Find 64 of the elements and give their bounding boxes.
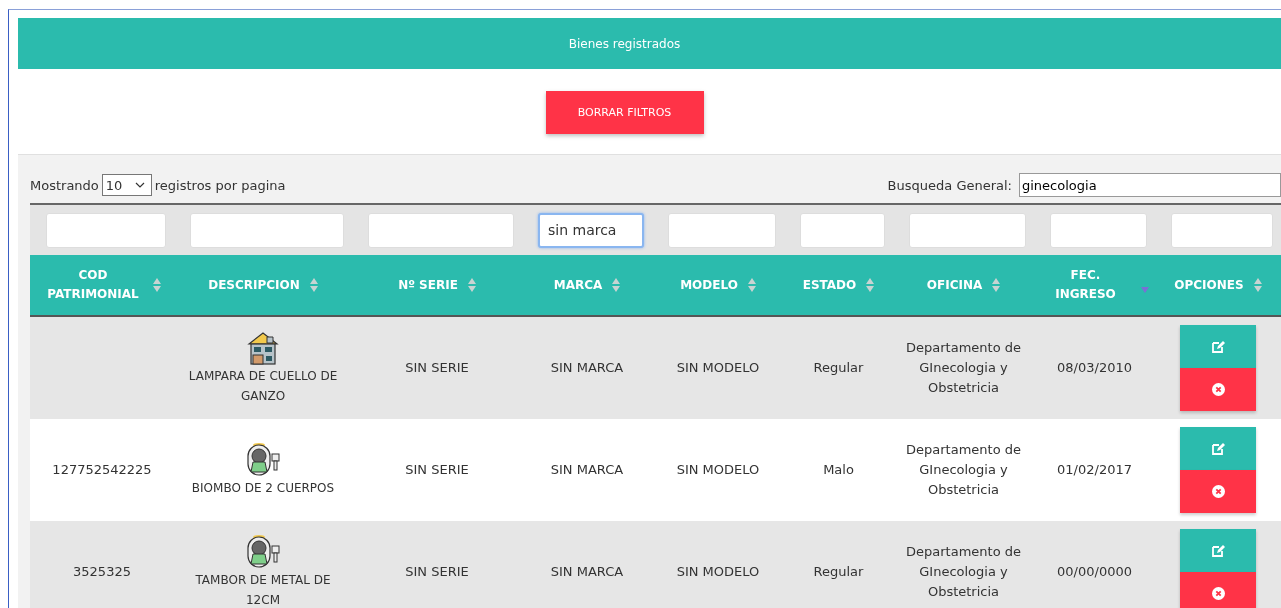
edit-button[interactable] — [1180, 325, 1256, 368]
column-header[interactable]: DESCRIPCION — [208, 275, 300, 295]
length-label: registros por pagina — [154, 177, 286, 193]
column-header[interactable]: MODELO — [680, 275, 738, 295]
filter-field[interactable] — [909, 212, 1026, 248]
length-label: Mostrando — [30, 177, 99, 193]
delete-button[interactable] — [1180, 572, 1256, 608]
column-header[interactable]: OFICINA — [926, 275, 983, 295]
filter-field[interactable] — [668, 212, 776, 248]
edit-button[interactable] — [1180, 529, 1256, 572]
office-cell-text: Departamento de GInecologia y Obstetricia — [905, 543, 1022, 601]
filter-field[interactable] — [46, 212, 166, 248]
date-cell-text: 01/02/2017 — [1057, 461, 1132, 479]
status-cell-text: Regular — [813, 563, 864, 581]
column-header[interactable]: COD PATRIMONIAL — [43, 266, 143, 304]
search-label: Busqueda General: — [887, 177, 1012, 193]
brand-cell-text: SIN MARCA — [550, 461, 624, 479]
serial-cell-text: SIN SERIE — [405, 563, 469, 581]
scanner-icon — [245, 442, 281, 478]
column-header[interactable]: Nº SERIE — [398, 275, 458, 295]
model-cell-text: SIN MODELO — [676, 461, 760, 479]
status-cell-text: Regular — [813, 359, 864, 377]
page-length-select[interactable]: 10 — [101, 174, 152, 196]
description-cell-text: TAMBOR DE METAL DE 12CM — [194, 572, 332, 608]
filter-field[interactable] — [800, 212, 885, 248]
serial-cell-text: SIN SERIE — [405, 359, 469, 377]
scanner-icon — [245, 534, 281, 570]
edit-icon — [1211, 339, 1225, 354]
close-icon — [1211, 587, 1225, 600]
panel-header: Bienes registrados — [18, 18, 1281, 69]
office-cell-text: Departamento de GInecologia y Obstetricia — [905, 339, 1022, 397]
date-cell-text: 00/00/0000 — [1057, 563, 1132, 581]
delete-button[interactable] — [1180, 368, 1256, 411]
code-cell-text: 3525325 — [73, 563, 131, 581]
house-icon — [245, 330, 281, 366]
description-cell-text: BIOMBO DE 2 CUERPOS — [191, 480, 335, 497]
filter-field[interactable] — [1050, 212, 1147, 248]
brand-cell-text: SIN MARCA — [550, 359, 624, 377]
filter-field[interactable] — [368, 212, 514, 248]
filter-field[interactable] — [190, 212, 344, 248]
column-header[interactable]: ESTADO — [802, 275, 857, 295]
column-header[interactable]: OPCIONES — [1174, 275, 1244, 295]
model-cell-text: SIN MODELO — [676, 563, 760, 581]
column-header[interactable]: FEC. INGRESO — [1040, 266, 1131, 304]
model-cell-text: SIN MODELO — [676, 359, 760, 377]
office-cell-text: Departamento de GInecologia y Obstetricia — [905, 441, 1022, 499]
clear-filters-button[interactable]: BORRAR FILTROS — [545, 90, 704, 134]
filter-field[interactable] — [1171, 212, 1273, 248]
filter-field[interactable]: sin marca — [538, 212, 644, 248]
delete-button[interactable] — [1180, 470, 1256, 513]
serial-cell-text: SIN SERIE — [405, 461, 469, 479]
chevron-down-icon — [134, 182, 145, 188]
search-field[interactable]: ginecologia — [1019, 173, 1281, 197]
date-cell-text: 08/03/2010 — [1057, 359, 1132, 377]
brand-cell-text: SIN MARCA — [550, 563, 624, 581]
edit-icon — [1211, 543, 1225, 558]
column-header[interactable]: MARCA — [553, 275, 603, 295]
status-cell-text: Malo — [823, 461, 854, 479]
edit-button[interactable] — [1180, 427, 1256, 470]
edit-icon — [1211, 441, 1225, 456]
code-cell-text: 127752542225 — [52, 461, 152, 479]
close-icon — [1211, 383, 1225, 396]
description-cell-text: LAMPARA DE CUELLO DE GANZO — [187, 368, 339, 405]
close-icon — [1211, 485, 1225, 498]
